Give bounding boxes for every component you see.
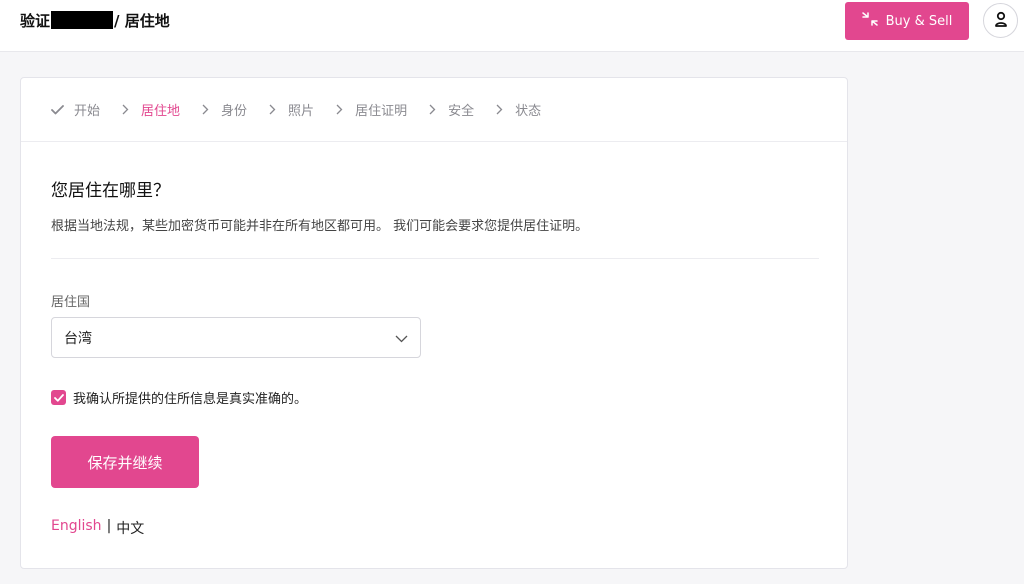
country-value: 台湾 bbox=[64, 330, 92, 347]
arrows-in-icon bbox=[861, 12, 878, 30]
country-label: 居住国 bbox=[51, 295, 91, 310]
step-identity[interactable]: 身份 bbox=[221, 100, 247, 119]
question-title: 您居住在哪里？ bbox=[51, 181, 170, 201]
step-security[interactable]: 安全 bbox=[448, 100, 474, 119]
top-bar: 验证 / 居住地 Buy & Sell bbox=[0, 0, 1024, 52]
chevron-right-icon bbox=[122, 104, 129, 115]
page-title-prefix: 验证 bbox=[20, 11, 51, 30]
page-title-suffix: / 居住地 bbox=[114, 11, 170, 30]
confirm-checkbox[interactable] bbox=[51, 390, 66, 405]
verification-card: 开始 居住地 身份 照片 居住证明 安全 状态 您居住在哪里？ 根据当地法规，某… bbox=[20, 77, 848, 569]
chevron-right-icon bbox=[429, 104, 436, 115]
step-nav: 开始 居住地 身份 照片 居住证明 安全 状态 bbox=[21, 78, 847, 142]
buy-sell-button[interactable]: Buy & Sell bbox=[845, 2, 969, 40]
language-separator: | bbox=[106, 518, 112, 534]
step-proof-of-residence[interactable]: 居住证明 bbox=[355, 100, 407, 119]
step-residence[interactable]: 居住地 bbox=[141, 100, 180, 119]
divider bbox=[51, 258, 819, 259]
chevron-right-icon bbox=[202, 104, 209, 115]
confirm-row: 我确认所提供的住所信息是真实准确的。 bbox=[51, 388, 307, 407]
page-title: 验证 / 居住地 bbox=[20, 10, 170, 30]
buy-sell-label: Buy & Sell bbox=[885, 13, 953, 29]
chevron-right-icon bbox=[496, 104, 503, 115]
step-label: 居住地 bbox=[141, 104, 181, 119]
step-label: 开始 bbox=[74, 104, 101, 119]
country-select[interactable]: 台湾 bbox=[51, 317, 421, 358]
step-status[interactable]: 状态 bbox=[515, 100, 541, 119]
user-icon bbox=[994, 11, 1008, 31]
language-chinese-link[interactable]: 中文 bbox=[116, 518, 144, 538]
step-label: 安全 bbox=[448, 104, 475, 119]
step-label: 状态 bbox=[515, 104, 542, 119]
confirm-text: 我确认所提供的住所信息是真实准确的。 bbox=[73, 392, 308, 407]
step-label: 照片 bbox=[288, 104, 315, 119]
language-switcher: English | 中文 bbox=[51, 518, 144, 538]
chevron-down-icon bbox=[395, 331, 408, 347]
checkmark-icon bbox=[51, 104, 64, 115]
chevron-right-icon bbox=[269, 104, 276, 115]
step-start[interactable]: 开始 bbox=[51, 100, 100, 119]
save-and-continue-button[interactable]: 保存并继续 bbox=[51, 436, 199, 488]
redacted-block bbox=[51, 11, 114, 29]
step-label: 身份 bbox=[221, 104, 248, 119]
profile-button[interactable] bbox=[983, 3, 1018, 38]
language-english-link[interactable]: English bbox=[51, 518, 102, 538]
step-label: 居住证明 bbox=[355, 104, 408, 119]
chevron-right-icon bbox=[336, 104, 343, 115]
question-description: 根据当地法规，某些加密货币可能并非在所有地区都可用。 我们可能会要求您提供居住证… bbox=[51, 219, 589, 234]
step-photo[interactable]: 照片 bbox=[288, 100, 314, 119]
